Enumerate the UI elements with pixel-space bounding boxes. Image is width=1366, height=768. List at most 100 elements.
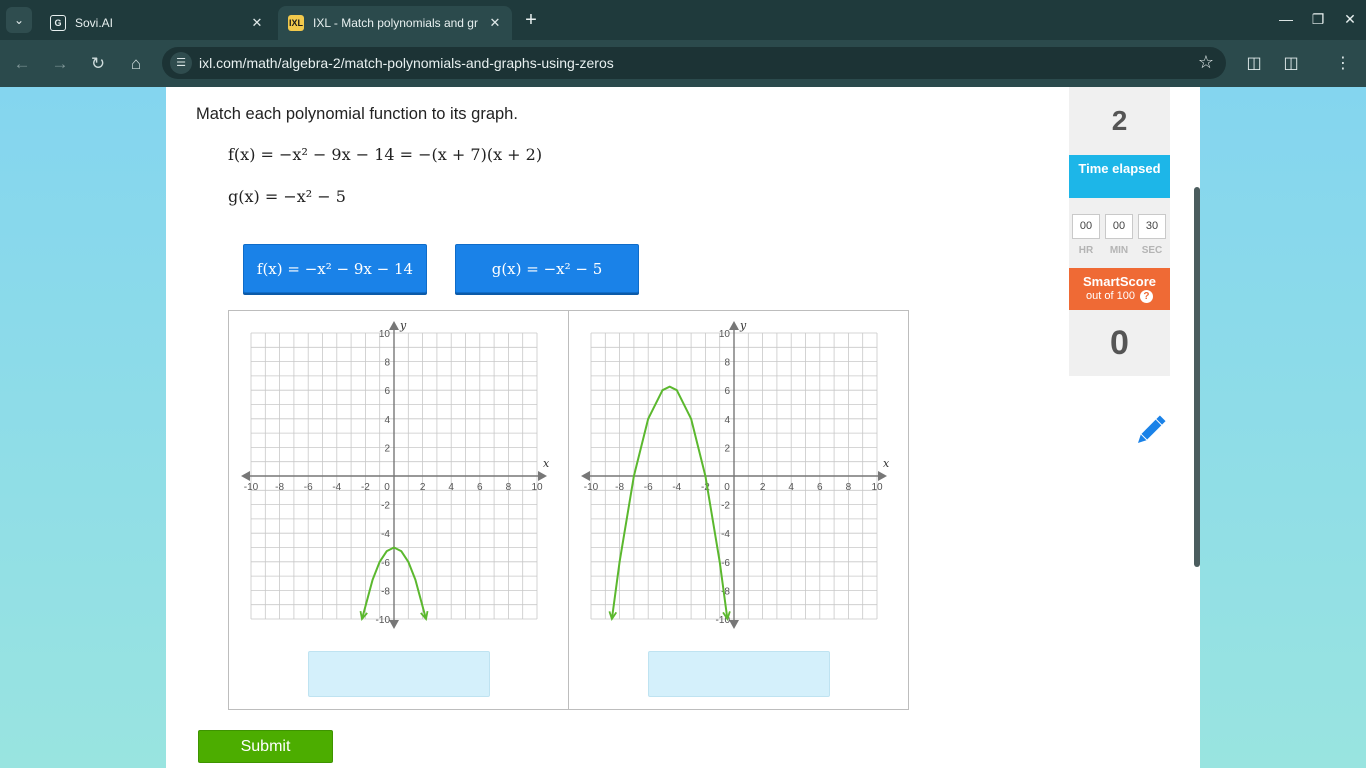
- tab-search-button[interactable]: ⌄: [6, 7, 32, 33]
- questions-answered-count: 2: [1069, 87, 1170, 155]
- minimize-icon[interactable]: —: [1272, 8, 1300, 30]
- close-tab-icon[interactable]: ✕: [484, 15, 506, 31]
- y-axis-arrow-up: [729, 321, 739, 330]
- x-tick-label: -2: [361, 482, 370, 493]
- tab-sovi[interactable]: G Sovi.AI ✕: [40, 6, 274, 40]
- smartscore-title: SmartScore: [1083, 274, 1156, 289]
- x-tick-label: 8: [506, 482, 512, 493]
- tab-ixl[interactable]: IXL IXL - Match polynomials and gr ✕: [278, 6, 512, 40]
- y-tick-label: 10: [719, 329, 731, 340]
- x-axis-arrow-right: [538, 471, 547, 481]
- x-tick-label: 4: [788, 482, 794, 493]
- x-tick-label: -8: [615, 482, 624, 493]
- timer-seconds: 30: [1138, 214, 1166, 239]
- function-g-definition: g(x) = −x² − 5: [228, 187, 346, 206]
- y-tick-label: 4: [724, 415, 730, 426]
- tab-title: Sovi.AI: [75, 16, 114, 30]
- timer-hours-label: HR: [1078, 245, 1094, 256]
- graph-cell-2: -10 -8 -6 -4 -2 0 2 4 6 8 10 10 8 6 4 2 -2 -4 -6 -8 -10 x y: [569, 311, 909, 709]
- y-tick-label: -10: [376, 615, 391, 626]
- x-tick-label: 10: [871, 482, 883, 493]
- y-tick-label: 10: [379, 329, 391, 340]
- x-tick-label: 8: [846, 482, 852, 493]
- home-icon[interactable]: ⌂: [123, 51, 149, 77]
- bookmark-star-icon[interactable]: ☆: [1198, 52, 1214, 73]
- timer-hours: 00: [1072, 214, 1100, 239]
- answer-chip-f[interactable]: f(x) = −x² − 9x − 14: [243, 244, 427, 293]
- graph-2: -10 -8 -6 -4 -2 0 2 4 6 8 10108642-2-4-6-8-10xy: [581, 321, 890, 629]
- help-icon[interactable]: ?: [1139, 290, 1153, 303]
- url-text: ixl.com/math/algebra-2/match-polynomials…: [199, 55, 614, 71]
- read-mode-icon[interactable]: ◫: [1241, 51, 1267, 77]
- answer-chip-g[interactable]: g(x) = −x² − 5: [455, 244, 639, 293]
- back-arrow-icon[interactable]: ←: [9, 51, 35, 77]
- y-tick-label: 8: [384, 358, 390, 369]
- site-info-icon[interactable]: ☰: [170, 52, 192, 74]
- forward-arrow-icon[interactable]: →: [47, 51, 73, 77]
- close-tab-icon[interactable]: ✕: [246, 15, 268, 31]
- restore-icon[interactable]: ❐: [1304, 8, 1332, 30]
- x-axis-arrow-left: [581, 471, 590, 481]
- y-tick-label: 6: [384, 386, 390, 397]
- x-tick-label: 4: [448, 482, 454, 493]
- drop-target-graph-2[interactable]: [648, 651, 830, 697]
- graphs-container: -10 -8 -6 -4 -2 0 2 4 6 8 10 10 8 6 4 2 -2 -4 -6 -8 -10 x y -1…: [228, 310, 909, 710]
- x-tick-label: 2: [420, 482, 426, 493]
- y-tick-label: 2: [384, 443, 390, 454]
- y-tick-label: -8: [381, 586, 390, 597]
- function-f-definition: f(x) = −x² − 9x − 14 = −(x + 7)(x + 2): [228, 145, 543, 164]
- y-axis-arrow-up: [389, 321, 399, 330]
- timer-seconds-label: SEC: [1141, 245, 1163, 256]
- x-tick-label: 6: [817, 482, 823, 493]
- page-background: Match each polynomial function to its gr…: [0, 87, 1366, 768]
- graph-1: -10 -8 -6 -4 -2 0 2 4 6 8 10 10 8 6 4 2 -2 -4 -6 -8 -10 x y: [241, 321, 550, 629]
- smartscore-sub-text: out of 100: [1086, 290, 1135, 302]
- drop-target-graph-1[interactable]: [308, 651, 490, 697]
- smartscore-value: 0: [1069, 310, 1170, 376]
- y-tick-label: -6: [381, 558, 390, 569]
- timer: 00 00 30 HR MIN SEC: [1069, 198, 1170, 268]
- x-tick-label: -10: [584, 482, 599, 493]
- reload-icon[interactable]: ↻: [85, 51, 111, 77]
- page-scrollbar[interactable]: [1194, 187, 1200, 567]
- x-axis-arrow-left: [241, 471, 250, 481]
- smartscore-subtitle: out of 100?: [1069, 289, 1170, 303]
- question-instruction: Match each polynomial function to its gr…: [196, 105, 518, 123]
- y-axis-arrow-down: [729, 620, 739, 629]
- y-tick-label: 8: [724, 358, 730, 369]
- smartscore-label: SmartScore out of 100?: [1069, 268, 1170, 310]
- timer-minutes: 00: [1105, 214, 1133, 239]
- time-elapsed-label: Time elapsed: [1069, 155, 1170, 198]
- address-bar[interactable]: ☰ ixl.com/math/algebra-2/match-polynomia…: [162, 47, 1226, 79]
- x-tick-label: -8: [275, 482, 284, 493]
- y-tick-label: 2: [724, 443, 730, 454]
- x-axis-label: x: [883, 457, 890, 470]
- tab-title: IXL - Match polynomials and gr: [313, 16, 478, 30]
- y-tick-label: -2: [381, 501, 390, 512]
- timer-minutes-label: MIN: [1109, 245, 1129, 256]
- y-axis-label: y: [399, 321, 407, 332]
- y-tick-label: 6: [724, 386, 730, 397]
- parabola-curve: [610, 385, 729, 620]
- practice-panel: Match each polynomial function to its gr…: [166, 87, 1200, 768]
- new-tab-button[interactable]: +: [520, 9, 542, 31]
- graph-cell-1: -10 -8 -6 -4 -2 0 2 4 6 8 10 10 8 6 4 2 -2 -4 -6 -8 -10 x y: [229, 311, 569, 709]
- close-window-icon[interactable]: ✕: [1336, 8, 1364, 30]
- pencil-icon[interactable]: [1130, 411, 1170, 451]
- sovi-favicon-icon: G: [50, 15, 66, 31]
- menu-kebab-icon[interactable]: ⋮: [1330, 51, 1356, 77]
- submit-button[interactable]: Submit: [198, 730, 333, 763]
- x-tick-label: -4: [332, 482, 341, 493]
- y-tick-label: -4: [381, 529, 390, 540]
- y-tick-label: -4: [721, 529, 730, 540]
- x-axis-label: x: [543, 457, 550, 470]
- ixl-favicon-icon: IXL: [288, 15, 304, 31]
- browser-titlebar: ⌄ G Sovi.AI ✕ IXL IXL - Match polynomial…: [0, 0, 1366, 40]
- x-tick-label: 2: [760, 482, 766, 493]
- x-axis-arrow-right: [878, 471, 887, 481]
- x-tick-label: 6: [477, 482, 483, 493]
- y-axis-label: y: [739, 321, 747, 332]
- extensions-icon[interactable]: ◫: [1278, 51, 1304, 77]
- x-tick-label: -10: [244, 482, 259, 493]
- x-tick-label: -6: [304, 482, 313, 493]
